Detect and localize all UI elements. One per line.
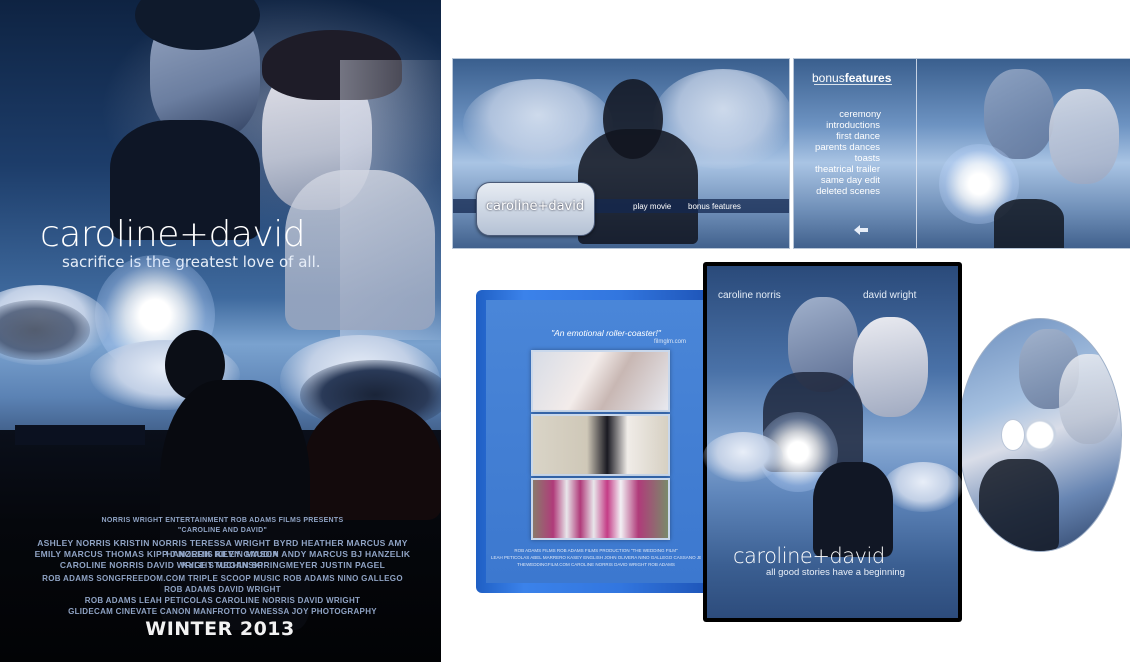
- couple-silhouette: [813, 462, 893, 557]
- dvd-disc: [958, 318, 1122, 552]
- bride-shoulder: [285, 170, 435, 330]
- bride-face: [1059, 354, 1119, 444]
- review-source: filmglm.com: [653, 339, 686, 345]
- bonus-heading: bonusfeatures: [812, 71, 891, 85]
- couple-silhouette: [578, 129, 698, 244]
- bonus-list: ceremony introductions first dance paren…: [794, 109, 881, 197]
- bonus-features-button[interactable]: bonus features: [688, 202, 741, 211]
- bride-face: [853, 317, 928, 417]
- screenshot-bridal-party: [531, 478, 670, 540]
- screenshot-couple: [531, 414, 670, 476]
- back-credits: LEAH PETICOLAS ABEL MARRERO KASEY ENGLIS…: [491, 555, 701, 560]
- bonus-item-toasts[interactable]: toasts: [794, 153, 880, 164]
- bonus-heading-suffix: features: [844, 71, 892, 85]
- bonus-item-parents-dances[interactable]: parents dances: [794, 142, 880, 153]
- play-movie-button[interactable]: play movie: [633, 202, 671, 211]
- credits-crew: ROB ADAMS LEAH PETICOLAS CAROLINE NORRIS…: [84, 596, 361, 605]
- cover-title: caroline+david: [733, 544, 885, 568]
- bride-face: [1049, 89, 1119, 184]
- bonus-item-deleted-scenes[interactable]: deleted scenes: [794, 186, 880, 197]
- bonus-item-theatrical-trailer[interactable]: theatrical trailer: [794, 164, 880, 175]
- credits-film-title: "CAROLINE AND DAVID": [177, 527, 268, 534]
- bonus-heading-prefix: bonus: [812, 71, 845, 85]
- cloud: [883, 462, 962, 512]
- tree-silhouette: [305, 400, 441, 520]
- bonus-item-ceremony[interactable]: ceremony: [795, 109, 881, 120]
- credits-presents: NORRIS WRIGHT ENTERTAINMENT ROB ADAMS FI…: [101, 517, 344, 524]
- release-date: WINTER 2013: [145, 618, 295, 640]
- credits-cast: CAROLINE NORRIS DAVID WRIGHT MEGAN SPRIN…: [59, 560, 386, 570]
- bonus-item-same-day-edit[interactable]: same day edit: [794, 175, 880, 186]
- menu-logo: caroline+david: [485, 199, 585, 214]
- building-silhouette: [15, 425, 145, 445]
- credits-crew: ROB ADAMS DAVID WRIGHT: [164, 585, 281, 594]
- dvd-bonus-menu: bonusfeatures ceremony introductions fir…: [793, 58, 1130, 249]
- back-credits: THEWEDDINGFILM.COM CAROLINE NORRIS DAVID…: [517, 562, 675, 567]
- credits-crew: ROB ADAMS SONGFREEDOM.COM TRIPLE SCOOP M…: [42, 574, 403, 583]
- bonus-item-introductions[interactable]: introductions: [794, 120, 880, 131]
- screenshot-bride: [531, 350, 670, 412]
- divider: [916, 59, 917, 248]
- cover-tagline: all good stories have a beginning: [766, 567, 905, 578]
- movie-poster: caroline+david sacrifice is the greatest…: [0, 0, 441, 662]
- cover-name-right: david wright: [863, 290, 917, 301]
- bonus-item-first-dance[interactable]: first dance: [794, 131, 880, 142]
- dvd-case-front: caroline norris david wright caroline+da…: [703, 262, 962, 622]
- cover-name-left: caroline norris: [718, 290, 781, 301]
- dvd-main-menu: caroline+david play movie bonus features: [452, 58, 790, 249]
- back-arrow-icon[interactable]: [854, 222, 868, 235]
- disc-hole: [1001, 419, 1025, 451]
- dvd-case-back: "An emotional roller-coaster!" filmglm.c…: [476, 290, 716, 593]
- couple-silhouette: [979, 459, 1059, 551]
- cloud: [703, 432, 783, 482]
- back-credits: ROB ADAMS FILMS ROB ADAMS FILMS PRODUCTI…: [514, 548, 678, 553]
- credits-crew: GLIDECAM CINEVATE CANON MANFROTTO VANESS…: [68, 607, 377, 616]
- groom-face: [984, 69, 1054, 159]
- couple-silhouette: [994, 199, 1064, 248]
- poster-title: caroline+david: [40, 214, 306, 255]
- review-quote: "An emotional roller-coaster!": [551, 328, 661, 338]
